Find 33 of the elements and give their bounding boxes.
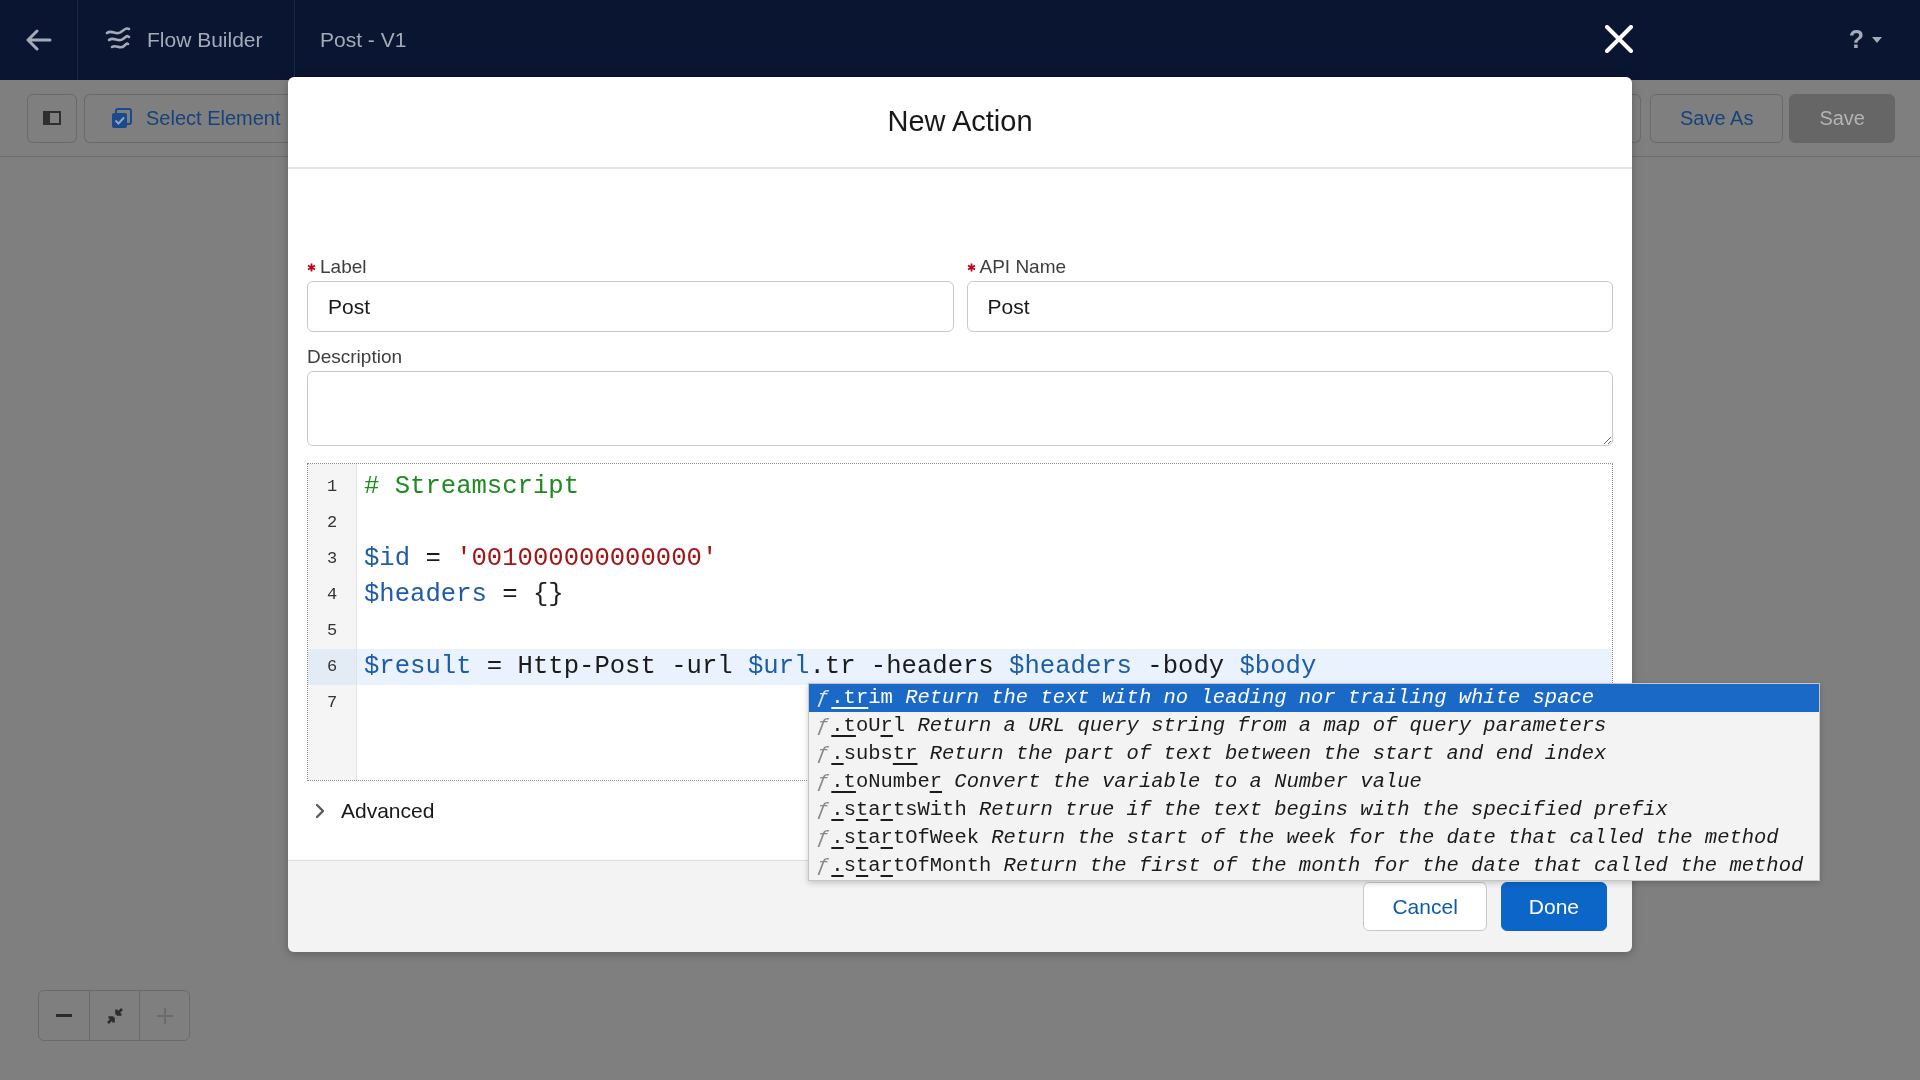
line-number: 3 [326,548,338,571]
checkbox-stack-icon [111,107,132,129]
code-line: # Streamscript [363,470,581,503]
suggestion-item[interactable]: ƒ.trim Return the text with no leading nor trailing white space [809,684,1819,712]
back-arrow-icon [25,29,52,51]
text-field[interactable]: Post [307,281,954,332]
line-number: 7 [326,692,338,715]
app-name: Flow Builder [147,27,263,54]
cancel-button[interactable]: Cancel [1363,882,1487,931]
line-number: 6 [326,656,338,679]
done-button[interactable]: Done [1500,882,1607,931]
line-number: 2 [326,512,338,535]
advanced-section-toggle[interactable]: Advanced [315,795,435,827]
description-field[interactable] [307,371,1613,446]
text-field[interactable]: Post [966,281,1613,332]
suggestion-item[interactable]: ƒ.startsWith Return true if the text begins with the specified prefix [809,796,1819,824]
suggestion-item[interactable]: ƒ.startOfWeek Return the start of the week for the date that called the method [809,824,1819,852]
sidebar-panel-icon [43,111,61,125]
caret-down-icon [1872,37,1882,43]
flow-name: Post - V1 [320,27,407,54]
code-line: $headers = {} [363,578,565,611]
help-menu-button[interactable]: ? [1848,21,1882,59]
close-icon[interactable] [1605,25,1633,53]
field-label: Label [320,254,367,279]
modal-title: New Action [887,104,1033,140]
line-number: 1 [326,476,338,499]
suggestion-item[interactable]: ƒ.startOfMonth Return the first of the month for the date that called the method [809,852,1819,880]
panel-toggle-button[interactable] [27,93,77,143]
line-number: 4 [326,584,338,607]
field-label: Description [307,344,403,369]
line-number: 5 [326,620,338,643]
code-line: $id = '001000000000000' [363,542,719,575]
field-label: API Name [979,254,1067,279]
